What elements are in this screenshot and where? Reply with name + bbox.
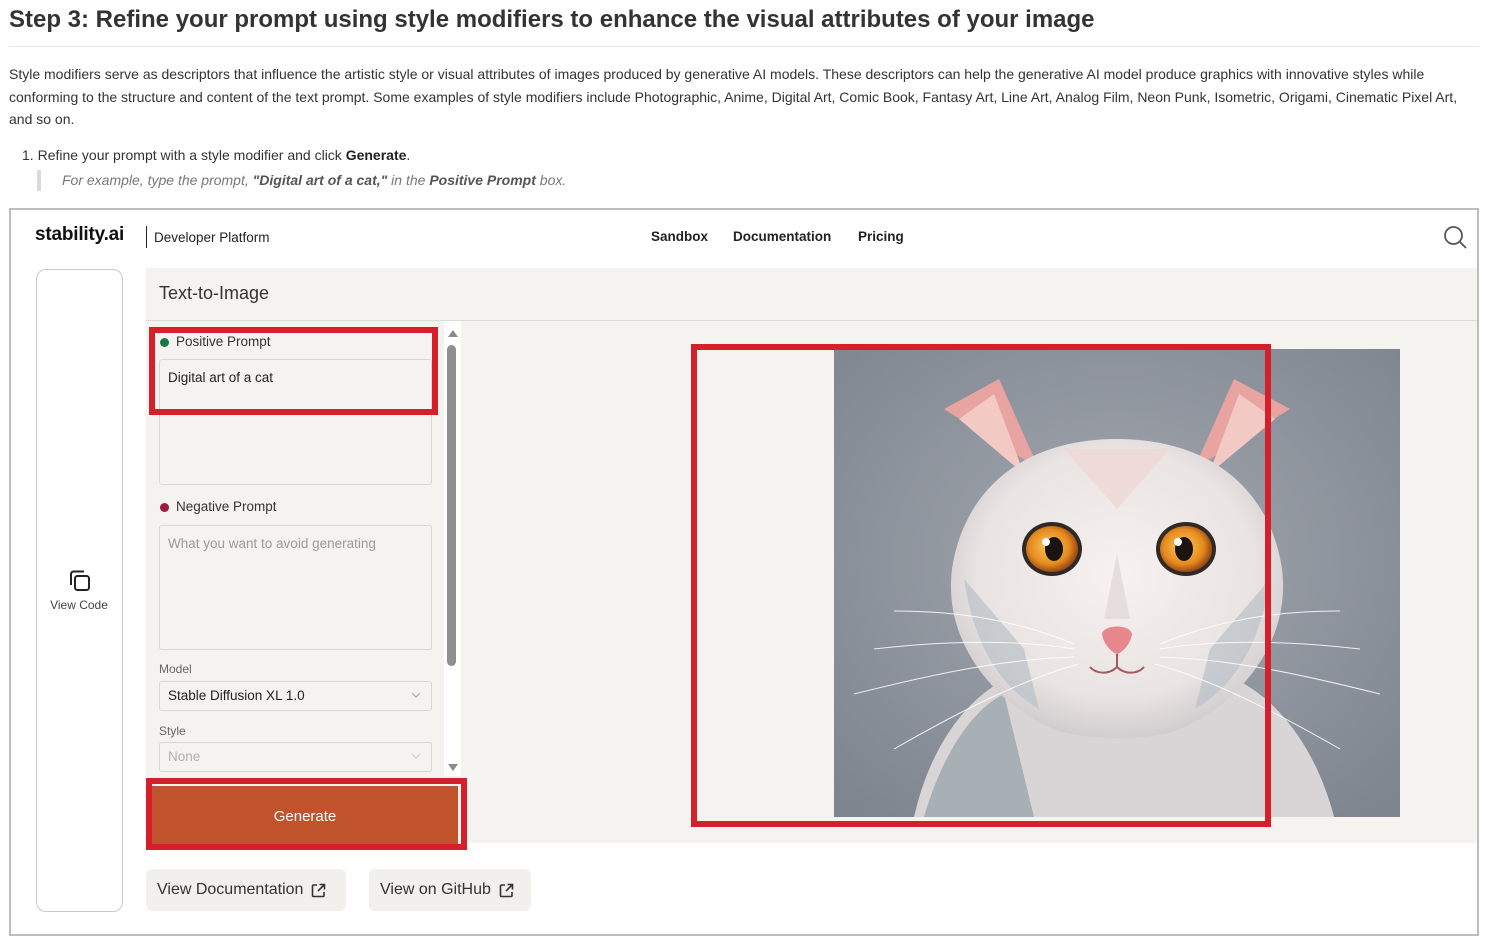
nav-pricing[interactable]: Pricing — [858, 229, 904, 244]
chevron-down-icon — [411, 692, 421, 698]
cat-illustration — [834, 349, 1400, 817]
positive-prompt-input[interactable]: Digital art of a cat — [159, 359, 432, 485]
step-item: 1. Refine your prompt with a style modif… — [22, 147, 410, 163]
style-value: None — [168, 749, 201, 764]
note-middle: in the — [387, 172, 430, 188]
view-code-label[interactable]: View Code — [37, 598, 121, 612]
view-code-sidebar[interactable]: View Code — [36, 269, 123, 912]
positive-prompt-label: Positive Prompt — [176, 334, 271, 349]
step-bold: Generate — [345, 147, 407, 163]
note-after: box. — [535, 172, 567, 188]
negative-prompt-input[interactable]: What you want to avoid generating — [159, 525, 432, 650]
heading-divider — [9, 46, 1479, 47]
view-on-github-button[interactable]: View on GitHub — [369, 869, 531, 911]
prompt-form: Positive Prompt Digital art of a cat Neg… — [146, 321, 461, 843]
copy-icon[interactable] — [66, 567, 94, 595]
generate-button[interactable]: Generate — [152, 786, 458, 847]
scroll-up-arrow-icon[interactable] — [448, 330, 458, 337]
view-documentation-button[interactable]: View Documentation — [146, 869, 346, 911]
intro-paragraph: Style modifiers serve as descriptors tha… — [9, 66, 1458, 127]
note-before: For example, type the prompt, — [62, 172, 253, 188]
note-field: Positive Prompt — [429, 172, 536, 188]
nav-sandbox[interactable]: Sandbox — [651, 229, 708, 244]
output-area — [462, 321, 1477, 843]
model-select[interactable]: Stable Diffusion XL 1.0 — [159, 681, 432, 711]
text-to-image-panel: Text-to-Image Positive Prompt Digital ar… — [146, 268, 1477, 847]
negative-prompt-label: Negative Prompt — [176, 499, 277, 514]
note-prompt: "Digital art of a cat," — [252, 172, 388, 188]
view-documentation-label: View Documentation — [157, 881, 304, 898]
style-label: Style — [159, 724, 186, 738]
view-on-github-label: View on GitHub — [380, 881, 491, 898]
style-select[interactable]: None — [159, 742, 432, 772]
scroll-down-arrow-icon[interactable] — [448, 764, 458, 771]
nav-documentation[interactable]: Documentation — [733, 229, 831, 244]
step-number: 1. — [22, 147, 34, 163]
stability-logo[interactable]: stability.ai — [35, 224, 124, 246]
model-label: Model — [159, 662, 192, 676]
section-heading: Step 3: Refine your prompt using style m… — [9, 6, 1095, 33]
example-note: For example, type the prompt, "Digital a… — [37, 170, 566, 191]
step-text: Refine your prompt with a style modifier… — [37, 147, 346, 163]
logo-divider — [146, 226, 147, 248]
form-scrollbar[interactable] — [444, 321, 461, 776]
step-end: . — [406, 147, 411, 163]
external-link-icon — [312, 883, 326, 897]
negative-dot-icon — [160, 503, 169, 512]
positive-dot-icon — [160, 338, 169, 347]
panel-title: Text-to-Image — [159, 283, 270, 303]
model-value: Stable Diffusion XL 1.0 — [168, 688, 305, 703]
developer-platform-label: Developer Platform — [154, 230, 270, 245]
generated-image — [834, 349, 1400, 817]
scrollbar-thumb[interactable] — [447, 345, 456, 666]
embedded-screenshot: stability.ai Developer Platform Sandbox … — [9, 208, 1479, 936]
chevron-down-icon — [411, 753, 421, 759]
search-icon[interactable] — [1443, 225, 1467, 249]
external-link-icon — [499, 883, 514, 897]
